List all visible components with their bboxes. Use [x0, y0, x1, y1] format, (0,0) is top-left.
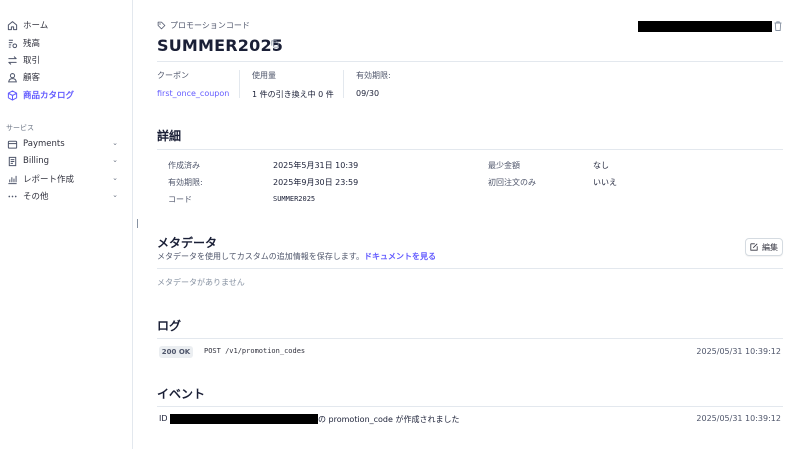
product-catalog-icon — [6, 89, 18, 101]
chevron-down-icon: ⌄ — [112, 174, 118, 182]
sidebar-item-more[interactable]: その他 ⌄ — [6, 188, 128, 204]
created-label: 作成済み — [168, 161, 200, 170]
redacted-id — [170, 414, 318, 424]
trash-icon[interactable] — [774, 21, 782, 31]
divider — [239, 70, 240, 98]
edit-metadata-button[interactable]: 編集 — [745, 238, 783, 256]
created-value: 2025年5月31日 10:39 — [273, 161, 359, 170]
sidebar-resize-handle[interactable] — [137, 219, 138, 228]
metadata-heading: メタデータ — [157, 236, 218, 250]
min-amount-label: 最少金額 — [488, 161, 520, 170]
event-message: の promotion_code が作成されました — [318, 415, 460, 424]
balance-icon — [6, 37, 18, 49]
usage-value: 1 件の引き換え中 0 件 — [252, 90, 334, 99]
customers-icon — [6, 71, 18, 83]
sidebar-section-label: サービス — [6, 124, 34, 132]
code-label: コード — [168, 195, 192, 204]
sidebar-item-label: 残高 — [23, 39, 41, 49]
sidebar-item-label: 取引 — [23, 56, 41, 66]
documentation-link[interactable]: ドキュメントを見る — [364, 252, 436, 261]
coupon-link[interactable]: first_once_coupon — [157, 89, 229, 98]
status-badge: 200 OK — [159, 346, 193, 358]
event-timestamp: 2025/05/31 10:39:12 — [696, 414, 781, 423]
sidebar-item-customers[interactable]: 顧客 — [6, 69, 128, 85]
metadata-description-text: メタデータを使用してカスタムの追加情報を保存します。 — [157, 252, 364, 261]
log-request: POST /v1/promotion_codes — [204, 347, 306, 355]
breadcrumb: プロモーションコード — [157, 20, 250, 31]
page-title: SUMMER2025 — [157, 36, 284, 55]
usage-label: 使用量 — [252, 71, 276, 80]
summary-coupon: クーポン first_once_coupon — [157, 70, 229, 98]
expiry-label: 有効期限: — [356, 71, 391, 80]
sidebar-item-label: その他 — [23, 192, 49, 202]
breadcrumb-label: プロモーションコード — [170, 21, 250, 30]
copy-icon[interactable] — [271, 40, 279, 48]
sidebar: ホーム 残高 取引 顧客 商品カタログ サービス Payments ⌄ Bill… — [0, 0, 133, 449]
event-id-label: ID — [159, 414, 168, 423]
summary-expiry: 有効期限: 09/30 — [356, 70, 391, 98]
first-order-label: 初回注文のみ — [488, 178, 536, 187]
log-timestamp: 2025/05/31 10:39:12 — [696, 347, 781, 356]
divider — [157, 61, 783, 62]
metadata-description: メタデータを使用してカスタムの追加情報を保存します。ドキュメントを見る — [157, 251, 436, 262]
more-icon — [6, 190, 18, 202]
transactions-icon — [6, 54, 18, 66]
reports-icon — [6, 173, 18, 185]
sidebar-item-label: ホーム — [23, 21, 49, 31]
sidebar-item-label: レポート作成 — [23, 175, 75, 185]
sidebar-item-reports[interactable]: レポート作成 ⌄ — [6, 171, 128, 187]
sidebar-item-label: Billing — [23, 156, 50, 166]
main-content: プロモーションコード SUMMER2025 クーポン first_once_co… — [157, 0, 783, 449]
home-icon — [6, 19, 18, 31]
chevron-down-icon: ⌄ — [112, 156, 118, 164]
billing-icon — [6, 155, 18, 167]
sidebar-item-billing[interactable]: Billing ⌄ — [6, 153, 128, 169]
events-heading: イベント — [157, 387, 206, 401]
first-order-value: いいえ — [593, 178, 617, 187]
tag-icon — [157, 21, 166, 30]
chevron-down-icon: ⌄ — [112, 139, 118, 147]
expires-value: 2025年9月30日 23:59 — [273, 178, 359, 187]
sidebar-item-home[interactable]: ホーム — [6, 17, 128, 33]
summary-usage: 使用量 1 件の引き換え中 0 件 — [252, 70, 334, 100]
expiry-value: 09/30 — [356, 89, 380, 98]
edit-icon — [750, 243, 758, 251]
metadata-empty: メタデータがありません — [157, 278, 245, 287]
redacted-id — [638, 21, 772, 32]
coupon-label: クーポン — [157, 71, 189, 80]
expires-label: 有効期限: — [168, 178, 203, 187]
code-value: SUMMER2025 — [273, 195, 316, 203]
edit-button-label: 編集 — [762, 242, 778, 252]
divider — [157, 406, 783, 407]
divider — [157, 338, 783, 339]
payments-icon — [6, 138, 18, 150]
min-amount-value: なし — [593, 161, 609, 170]
sidebar-item-transactions[interactable]: 取引 — [6, 52, 128, 68]
sidebar-item-label: Payments — [23, 139, 65, 149]
divider — [157, 268, 783, 269]
divider — [157, 149, 783, 150]
details-heading: 詳細 — [157, 129, 182, 143]
chevron-down-icon: ⌄ — [112, 191, 118, 199]
sidebar-item-label: 商品カタログ — [23, 91, 75, 101]
divider — [343, 70, 344, 98]
sidebar-item-product-catalog[interactable]: 商品カタログ — [6, 87, 128, 103]
sidebar-item-balance[interactable]: 残高 — [6, 35, 128, 51]
logs-heading: ログ — [157, 319, 182, 333]
sidebar-item-label: 顧客 — [23, 73, 41, 83]
sidebar-item-payments[interactable]: Payments ⌄ — [6, 136, 128, 152]
